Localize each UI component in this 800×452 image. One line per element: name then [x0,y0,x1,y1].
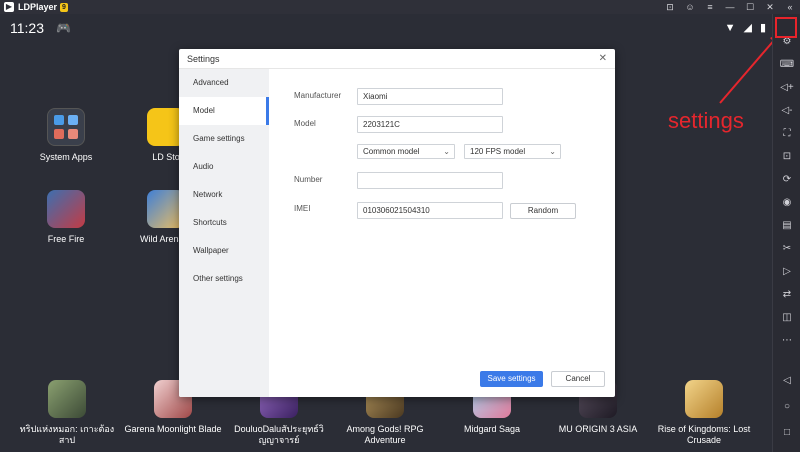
sidebar-item-audio[interactable]: Audio [179,153,269,181]
chevron-down-icon: ⌄ [443,147,450,156]
model-field[interactable]: 2203121C [357,116,503,133]
imei-label: IMEI [294,204,311,213]
dialog-header: Settings ✕ [179,49,615,69]
volume-down-icon[interactable]: ◁- [773,99,800,122]
model-label: Model [294,119,316,128]
screenshot-icon[interactable]: ⊡ [773,145,800,168]
sidebar-item-model[interactable]: Model [179,97,269,125]
sidebar-item-wallpaper[interactable]: Wallpaper [179,237,269,265]
back-icon[interactable]: ◁ [773,368,800,394]
model-type-select[interactable]: Common model ⌄ [357,144,455,159]
home-icon[interactable]: ○ [773,394,800,420]
shake-icon[interactable]: ◫ [773,306,800,329]
manufacturer-label: Manufacturer [294,91,342,100]
fps-value: 120 FPS model [470,147,526,156]
scissors-icon[interactable]: ✂ [773,237,800,260]
number-field[interactable] [357,172,503,189]
fps-select[interactable]: 120 FPS model ⌄ [464,144,561,159]
annotation-label: settings [668,108,744,133]
sidebar-item-advanced[interactable]: Advanced [179,69,269,97]
sidebar-item-other-settings[interactable]: Other settings [179,265,269,293]
more-icon[interactable]: ⋯ [773,329,800,352]
recents-icon[interactable]: □ [773,420,800,446]
sync-icon[interactable]: ⇄ [773,283,800,306]
fullscreen-icon[interactable]: ⛶ [773,122,800,145]
model-type-value: Common model [363,147,420,156]
manufacturer-field[interactable]: Xiaomi [357,88,503,105]
random-button[interactable]: Random [510,203,576,219]
sidebar-item-shortcuts[interactable]: Shortcuts [179,209,269,237]
close-icon[interactable]: ✕ [599,53,607,64]
keyboard-icon[interactable]: ⌨ [773,53,800,76]
number-label: Number [294,175,323,184]
dialog-title: Settings [187,53,220,64]
save-settings-button[interactable]: Save settings [480,371,543,387]
cancel-button[interactable]: Cancel [551,371,605,387]
chevron-down-icon: ⌄ [549,147,556,156]
right-toolbar: ⚙ ⌨ ◁+ ◁- ⛶ ⊡ ⟳ ◉ ▤ ✂ ▷ ⇄ ◫ ⋯ ◁ ○ □ [772,14,800,452]
volume-up-icon[interactable]: ◁+ [773,76,800,99]
sidebar-item-game-settings[interactable]: Game settings [179,125,269,153]
apk-icon[interactable]: ▤ [773,214,800,237]
record-icon[interactable]: ◉ [773,191,800,214]
settings-sidebar: Advanced Model Game settings Audio Network Sh… [179,69,269,397]
settings-dialog: Settings ✕ Advanced Model Game settings Aud… [179,49,615,397]
settings-highlight-box [775,17,797,38]
sidebar-item-network[interactable]: Network [179,181,269,209]
imei-field[interactable]: 010306021504310 [357,202,503,219]
rotate-icon[interactable]: ⟳ [773,168,800,191]
video-icon[interactable]: ▷ [773,260,800,283]
